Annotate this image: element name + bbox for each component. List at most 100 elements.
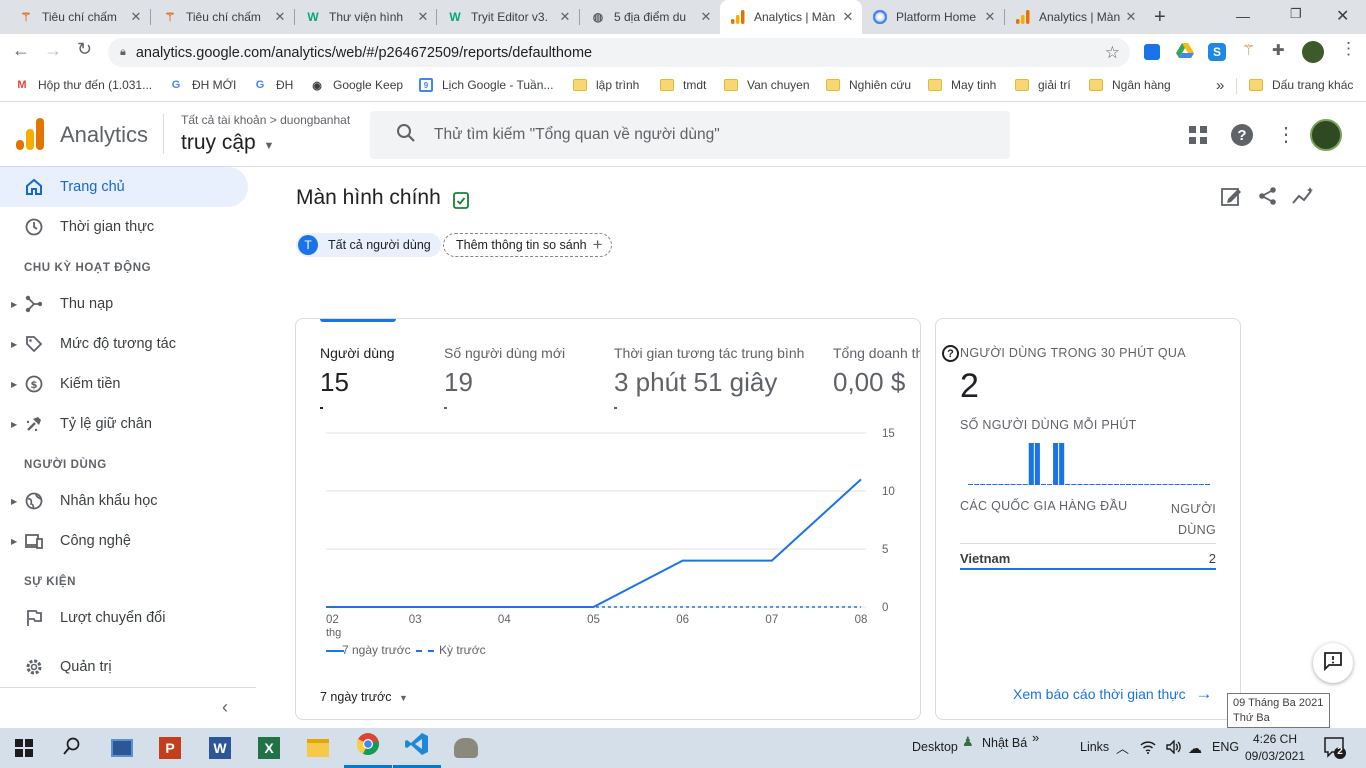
- taskbar-app[interactable]: [294, 728, 342, 768]
- nav-tech[interactable]: ▶ Công nghệ: [0, 521, 248, 561]
- browser-tab-active[interactable]: Analytics | Màn ✕: [720, 0, 862, 34]
- close-tab-icon[interactable]: ✕: [415, 9, 431, 25]
- taskbar-app[interactable]: [442, 728, 490, 768]
- tray-overflow-icon[interactable]: ︿: [1116, 738, 1129, 757]
- bookmark-folder[interactable]: lập trình: [572, 76, 639, 94]
- sound-icon[interactable]: [1166, 739, 1182, 759]
- expand-icon[interactable]: ▶: [11, 420, 17, 429]
- nav-conversions[interactable]: Lượt chuyển đổi: [0, 598, 248, 638]
- browser-tab[interactable]: ◍ 5 địa điểm du ✕: [580, 0, 720, 34]
- taskbar-app-active[interactable]: [344, 728, 392, 768]
- nav-acquisition[interactable]: ▶ Thu nạp: [0, 284, 248, 324]
- close-tab-icon[interactable]: ✕: [557, 9, 573, 25]
- taskbar-app[interactable]: X: [245, 728, 293, 768]
- insights-icon[interactable]: [1292, 186, 1316, 211]
- browser-tab[interactable]: Platform Home ✕: [862, 0, 1004, 34]
- close-tab-icon[interactable]: ✕: [1123, 9, 1139, 25]
- start-button[interactable]: [0, 728, 48, 768]
- search-bar[interactable]: Thử tìm kiếm "Tổng quan về người dùng": [370, 111, 1010, 159]
- desktop-toolbar[interactable]: Desktop: [912, 740, 958, 754]
- notification-icon[interactable]: 2: [1324, 737, 1346, 764]
- user-toolbar[interactable]: Nhật Bá: [982, 736, 1027, 750]
- taskbar-app[interactable]: W: [196, 728, 244, 768]
- clock[interactable]: 4:26 CH 09/03/2021: [1240, 731, 1310, 765]
- expand-icon[interactable]: ▶: [11, 537, 17, 546]
- more-vert-icon[interactable]: ⋮: [1340, 39, 1357, 59]
- close-tab-icon[interactable]: ✕: [698, 9, 714, 25]
- toolbar-expand-icon[interactable]: »: [1032, 730, 1039, 745]
- metric-users[interactable]: Người dùng 15: [296, 319, 431, 411]
- bookmark-folder[interactable]: May tinh: [927, 76, 996, 94]
- star-icon[interactable]: ☆: [1105, 43, 1120, 63]
- bookmark-folder[interactable]: Ngân hàng: [1088, 76, 1171, 94]
- nav-monetization[interactable]: ▶ $ Kiếm tiền: [0, 364, 248, 404]
- browser-tab[interactable]: Analytics | Màn ✕: [1005, 0, 1145, 34]
- taskbar-app[interactable]: [98, 728, 146, 768]
- help-icon[interactable]: ?: [942, 345, 959, 362]
- expand-icon[interactable]: ▶: [11, 380, 17, 389]
- metric-engagement-time[interactable]: Thời gian tương tác trung bình 3 phút 51…: [606, 319, 826, 411]
- nav-home[interactable]: Trang chủ: [0, 167, 248, 207]
- taskbar-app[interactable]: P: [146, 728, 194, 768]
- bookmark[interactable]: M Hộp thư đến (1.031...: [14, 76, 152, 94]
- more-vert-icon[interactable]: ⋮: [1276, 122, 1296, 147]
- nav-demographics[interactable]: ▶ Nhân khẩu học: [0, 481, 248, 521]
- other-bookmarks[interactable]: Dấu trang khác: [1248, 76, 1353, 94]
- restore-button[interactable]: ❐: [1290, 6, 1302, 22]
- puzzle-icon[interactable]: ✚: [1272, 41, 1285, 59]
- bookmark[interactable]: G ĐH: [252, 76, 294, 94]
- close-tab-icon[interactable]: ✕: [982, 9, 998, 25]
- onedrive-icon[interactable]: ☁︎: [1188, 740, 1202, 757]
- bookmark-folder[interactable]: Nghiên cứu: [825, 76, 911, 94]
- bookmark-folder[interactable]: giải trí: [1014, 76, 1071, 94]
- table-row[interactable]: Vietnam 2: [960, 544, 1216, 570]
- address-bar[interactable]: 🔒︎ analytics.google.com/analytics/web/#/…: [108, 38, 1130, 67]
- apps-grid-icon[interactable]: [1189, 126, 1207, 149]
- browser-tab[interactable]: ⚚ Tiêu chí chấm ✕: [152, 0, 294, 34]
- metric-revenue[interactable]: Tổng doanh thu 0,00 $: [826, 319, 920, 411]
- wifi-icon[interactable]: [1140, 740, 1156, 759]
- person-icon[interactable]: ⚚: [1242, 41, 1255, 59]
- realtime-report-link[interactable]: Xem báo cáo thời gian thực →: [1013, 684, 1213, 704]
- drive-icon[interactable]: [1176, 43, 1194, 64]
- skype-icon[interactable]: S: [1208, 43, 1226, 61]
- forward-button[interactable]: →: [44, 40, 62, 61]
- more-bookmarks-button[interactable]: »: [1216, 76, 1224, 94]
- collapse-sidebar-icon[interactable]: ‹: [222, 697, 228, 718]
- close-tab-icon[interactable]: ✕: [128, 9, 144, 25]
- expand-icon[interactable]: ▶: [11, 300, 17, 309]
- browser-tab[interactable]: ⚚ Tiêu chí chấm ✕: [8, 0, 150, 34]
- extension-icon[interactable]: [1144, 44, 1160, 60]
- bookmark[interactable]: 9 Lịch Google - Tuần...: [418, 76, 553, 94]
- expand-icon[interactable]: ▶: [11, 497, 17, 506]
- nav-admin[interactable]: Quản trị: [0, 647, 248, 687]
- bookmark[interactable]: ◉ Google Keep: [309, 76, 403, 94]
- nav-realtime[interactable]: Thời gian thực: [0, 207, 248, 247]
- nav-engagement[interactable]: ▶ Mức độ tương tác: [0, 324, 248, 364]
- customize-icon[interactable]: [1221, 186, 1243, 211]
- close-window-button[interactable]: ✕: [1336, 6, 1349, 26]
- metric-new-users[interactable]: Số người dùng mới 19: [436, 319, 596, 411]
- property-selector[interactable]: truy cập ▼: [181, 131, 274, 155]
- share-icon[interactable]: [1258, 186, 1278, 211]
- language-indicator[interactable]: ENG: [1212, 740, 1239, 754]
- minimize-button[interactable]: —: [1236, 8, 1250, 24]
- links-toolbar[interactable]: Links: [1080, 740, 1109, 754]
- close-tab-icon[interactable]: ✕: [272, 9, 288, 25]
- feedback-button[interactable]: [1313, 643, 1353, 683]
- nav-retention[interactable]: ▶ Tỷ lệ giữ chân: [0, 404, 248, 444]
- new-tab-button[interactable]: +: [1154, 6, 1166, 29]
- date-range-selector[interactable]: 7 ngày trước ▼: [320, 690, 408, 704]
- bookmark[interactable]: G ĐH MỚI: [168, 76, 237, 94]
- bookmark-folder[interactable]: Van chuyen: [723, 76, 810, 94]
- segment-chip[interactable]: T Tất cả người dùng: [296, 233, 441, 257]
- reload-button[interactable]: ↻: [77, 39, 92, 60]
- browser-tab[interactable]: W Tryit Editor v3. ✕: [437, 0, 579, 34]
- breadcrumb[interactable]: Tất cả tài khoản > duongbanhat: [181, 113, 350, 127]
- expand-icon[interactable]: ▶: [11, 340, 17, 349]
- analytics-logo[interactable]: [16, 118, 44, 155]
- bookmark-folder[interactable]: tmdt: [659, 76, 706, 94]
- profile-avatar[interactable]: [1302, 41, 1324, 63]
- avatar[interactable]: [1310, 119, 1342, 151]
- close-tab-icon[interactable]: ✕: [840, 9, 856, 25]
